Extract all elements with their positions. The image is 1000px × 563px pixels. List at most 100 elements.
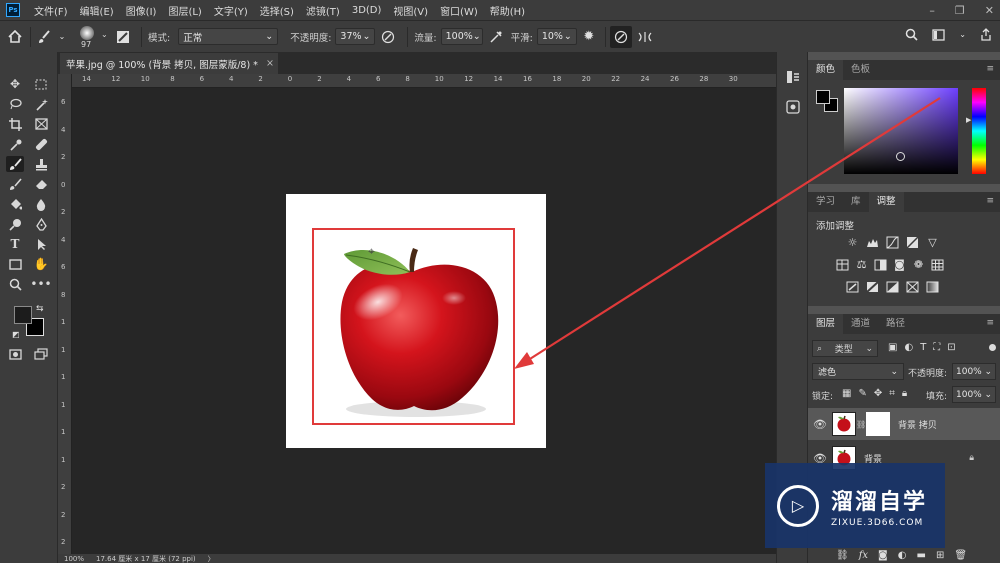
panel-menu-icon[interactable]: ≡ [986, 318, 994, 328]
link-layers-icon[interactable]: ⛓ [836, 550, 849, 561]
layer-filter-select[interactable]: ⌕ 类型 ⌄ [812, 340, 878, 357]
type-tool-icon[interactable]: T [6, 236, 24, 252]
menu-select[interactable]: 选择(S) [254, 3, 300, 18]
brightness-icon[interactable]: ☼ [846, 236, 859, 249]
crop-tool-icon[interactable] [6, 116, 24, 132]
curves-icon[interactable] [886, 236, 899, 249]
airbrush-icon[interactable] [483, 30, 509, 44]
fx-icon[interactable]: fx [859, 550, 868, 561]
trash-icon[interactable]: 🗑︎ [954, 550, 967, 561]
lock-pixels-icon[interactable]: ✎ [858, 388, 866, 399]
eraser-tool-icon[interactable] [32, 176, 50, 192]
posterize-icon[interactable] [866, 280, 879, 293]
invert-icon[interactable] [846, 280, 859, 293]
layer-opacity-input[interactable]: 100% ⌄ [952, 363, 996, 380]
tab-learn[interactable]: 学习 [808, 192, 843, 212]
rectangle-tool-icon[interactable] [6, 256, 24, 272]
chevron-down-icon[interactable]: ⌄ [959, 28, 966, 41]
healing-brush-tool-icon[interactable] [32, 136, 50, 152]
lock-artboard-icon[interactable]: ⌗ [889, 388, 895, 399]
color-lookup-icon[interactable] [931, 258, 944, 271]
vibrance-icon[interactable]: ▽ [926, 236, 939, 249]
menu-type[interactable]: 文字(Y) [208, 3, 254, 18]
menu-layer[interactable]: 图层(L) [162, 3, 207, 18]
tab-paths[interactable]: 路径 [878, 314, 913, 334]
status-arrow-icon[interactable]: 〉 [208, 554, 215, 563]
lock-position-icon[interactable]: ✥ [874, 388, 882, 399]
path-selection-tool-icon[interactable] [32, 236, 50, 252]
share-icon[interactable] [980, 28, 992, 41]
menu-help[interactable]: 帮助(H) [484, 3, 531, 18]
tab-layers[interactable]: 图层 [808, 314, 844, 334]
menu-view[interactable]: 视图(V) [387, 3, 434, 18]
dodge-tool-icon[interactable] [6, 216, 24, 232]
filter-toggle-icon[interactable] [989, 344, 996, 351]
properties-panel-icon[interactable] [786, 100, 800, 117]
menu-filter[interactable]: 滤镜(T) [300, 3, 346, 18]
menu-3d[interactable]: 3D(D) [346, 5, 388, 16]
hue-slider[interactable] [972, 88, 986, 174]
hand-tool-icon[interactable]: ✋ [32, 256, 50, 272]
panel-menu-icon[interactable]: ≡ [986, 196, 994, 206]
blur-tool-icon[interactable] [32, 196, 50, 212]
eyedropper-tool-icon[interactable] [6, 136, 24, 152]
exposure-icon[interactable] [906, 236, 919, 249]
opacity-input[interactable]: 37% ⌄ [335, 28, 376, 45]
workspace-icon[interactable] [932, 28, 945, 41]
menu-edit[interactable]: 编辑(E) [74, 3, 120, 18]
color-picker-ring[interactable] [896, 152, 905, 161]
new-adjustment-layer-icon[interactable]: ◐ [898, 550, 907, 561]
search-icon[interactable] [905, 28, 918, 41]
link-icon[interactable]: ⛓ [856, 420, 866, 429]
tab-channels[interactable]: 通道 [843, 314, 878, 334]
color-balance-icon[interactable]: ⚖ [855, 258, 868, 271]
chevron-down-icon[interactable]: ⌄ [57, 32, 67, 41]
add-mask-icon[interactable]: ◙ [878, 550, 888, 561]
brush-settings-panel-icon[interactable] [111, 30, 135, 44]
filter-type-icon[interactable]: T [920, 342, 926, 353]
lock-transparency-icon[interactable]: ▦ [842, 388, 851, 399]
restore-button[interactable]: ❐ [955, 4, 965, 17]
tab-adjustments[interactable]: 调整 [868, 192, 904, 212]
levels-icon[interactable] [866, 236, 879, 249]
blend-mode-select[interactable]: 滤色 ⌄ [812, 363, 904, 380]
close-window-button[interactable]: ✕ [985, 4, 994, 17]
channel-mixer-icon[interactable]: ❁ [912, 258, 925, 271]
magic-wand-tool-icon[interactable] [32, 96, 50, 112]
quick-mask-icon[interactable] [6, 346, 24, 362]
black-white-icon[interactable] [874, 258, 887, 271]
new-layer-icon[interactable]: ⊞ [936, 550, 944, 561]
default-colors-icon[interactable]: ◩ [12, 330, 20, 339]
filter-pixel-icon[interactable]: ▣ [888, 342, 897, 353]
tab-libraries[interactable]: 库 [843, 192, 869, 212]
pressure-opacity-icon[interactable] [375, 30, 401, 44]
lasso-tool-icon[interactable] [6, 96, 24, 112]
layer-mask-thumbnail[interactable] [866, 412, 890, 436]
history-brush-tool-icon[interactable] [6, 176, 24, 192]
color-field[interactable] [844, 88, 958, 174]
frame-tool-icon[interactable] [32, 116, 50, 132]
new-group-icon[interactable]: ▬ [916, 550, 925, 561]
fg-color-chip[interactable] [816, 90, 830, 104]
filter-smart-object-icon[interactable]: ⊡ [947, 342, 955, 353]
layer-name[interactable]: 背景 拷贝 [898, 418, 937, 431]
menu-file[interactable]: 文件(F) [28, 3, 74, 18]
zoom-tool-icon[interactable] [6, 276, 24, 292]
document-tab[interactable]: 苹果.jpg @ 100% (背景 拷贝, 图层蒙版/8) * × [60, 53, 278, 74]
mode-select[interactable]: 正常 ⌄ [178, 28, 279, 45]
fill-input[interactable]: 100% ⌄ [952, 386, 996, 403]
photo-filter-icon[interactable]: ◙ [893, 258, 906, 271]
flow-input[interactable]: 100% ⌄ [440, 28, 483, 45]
brush-tool-icon[interactable] [6, 156, 24, 172]
swap-colors-icon[interactable]: ⇆ [36, 304, 44, 314]
filter-adjustment-icon[interactable]: ◐ [904, 342, 913, 353]
foreground-color-swatch[interactable] [14, 306, 32, 324]
brush-size-picker[interactable]: 97 ⌄ [67, 22, 111, 52]
vertical-ruler[interactable]: 6 4 2 0 2 4 6 8 1 1 1 1 1 1 2 2 2 [58, 74, 72, 554]
tab-color[interactable]: 颜色 [808, 60, 844, 80]
tab-swatches[interactable]: 色板 [843, 60, 878, 80]
pen-tool-icon[interactable] [32, 216, 50, 232]
home-icon[interactable] [0, 30, 30, 43]
paint-bucket-tool-icon[interactable] [6, 196, 24, 212]
filter-shape-icon[interactable]: ⛶ [933, 342, 940, 353]
